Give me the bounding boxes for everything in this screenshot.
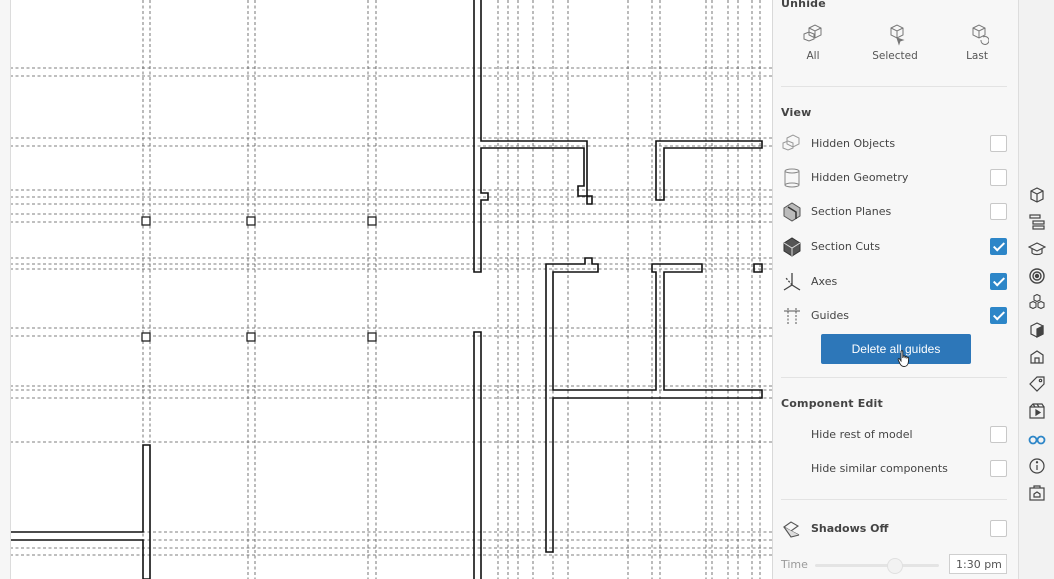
extension-icon[interactable] bbox=[1028, 484, 1046, 502]
guide-point bbox=[246, 332, 256, 342]
guide-point bbox=[141, 332, 151, 342]
entity-info-icon[interactable] bbox=[1028, 186, 1046, 204]
guide-point bbox=[367, 332, 377, 342]
view-section-cuts-row[interactable]: Section Cuts bbox=[781, 235, 1011, 259]
time-slider-track[interactable] bbox=[815, 564, 939, 567]
unhide-selected-icon bbox=[883, 24, 907, 46]
hidden-objects-checkbox[interactable] bbox=[990, 135, 1007, 152]
animation-icon[interactable] bbox=[1028, 402, 1046, 420]
display-icon[interactable] bbox=[1028, 430, 1046, 448]
shadows-icon bbox=[781, 519, 803, 539]
view-title: View bbox=[781, 106, 812, 119]
section-cuts-label: Section Cuts bbox=[811, 240, 881, 253]
axes-icon bbox=[781, 272, 803, 292]
unhide-last-label: Last bbox=[966, 50, 988, 62]
time-slider-handle[interactable] bbox=[887, 558, 903, 574]
outliner-icon[interactable] bbox=[1028, 213, 1046, 231]
section-planes-icon bbox=[781, 202, 803, 222]
panel-tray-rail bbox=[1018, 0, 1054, 579]
hidden-geometry-icon bbox=[781, 168, 803, 188]
unhide-last-icon bbox=[965, 24, 990, 46]
display-panel: Unhide All Selected Last View Hidden Obj… bbox=[772, 0, 1019, 579]
unhide-all-icon bbox=[801, 24, 825, 46]
scenes-icon[interactable] bbox=[1028, 348, 1046, 366]
guides-checkbox[interactable] bbox=[990, 307, 1007, 324]
hidden-geometry-label: Hidden Geometry bbox=[811, 171, 909, 184]
shadows-row[interactable]: Shadows Off bbox=[781, 517, 1011, 541]
time-value-field[interactable]: 1:30 pm bbox=[949, 554, 1007, 574]
shadows-checkbox[interactable] bbox=[990, 520, 1007, 537]
section-cuts-icon bbox=[781, 237, 803, 257]
component-edit-title: Component Edit bbox=[781, 397, 883, 410]
axes-checkbox[interactable] bbox=[990, 273, 1007, 290]
model-info-icon[interactable] bbox=[1028, 457, 1046, 475]
wall-outline bbox=[545, 257, 763, 553]
hide-similar-components-row[interactable]: Hide similar components bbox=[781, 457, 1011, 481]
modeling-viewport[interactable] bbox=[0, 0, 772, 579]
tags-icon[interactable] bbox=[1028, 375, 1046, 393]
window-edge bbox=[0, 0, 11, 579]
view-guides-row[interactable]: Guides bbox=[781, 304, 1011, 328]
divider bbox=[781, 377, 1007, 378]
section-planes-label: Section Planes bbox=[811, 205, 892, 218]
components-icon[interactable] bbox=[1028, 294, 1046, 312]
divider bbox=[781, 499, 1007, 500]
shadow-time-row: Time 1:30 pm bbox=[781, 554, 1017, 576]
unhide-title: Unhide bbox=[781, 0, 826, 10]
delete-all-guides-button[interactable]: Delete all guides bbox=[821, 334, 971, 364]
shadows-label: Shadows Off bbox=[811, 522, 889, 535]
styles-icon[interactable] bbox=[1028, 321, 1046, 339]
hide-similar-components-checkbox[interactable] bbox=[990, 460, 1007, 477]
hidden-geometry-checkbox[interactable] bbox=[990, 169, 1007, 186]
unhide-selected-label: Selected bbox=[872, 50, 918, 62]
materials-icon[interactable] bbox=[1028, 267, 1046, 285]
view-section-planes-row[interactable]: Section Planes bbox=[781, 200, 1011, 224]
section-planes-checkbox[interactable] bbox=[990, 203, 1007, 220]
hidden-objects-label: Hidden Objects bbox=[811, 137, 896, 150]
unhide-all-label: All bbox=[806, 50, 820, 62]
floor-plan-drawing bbox=[10, 0, 772, 579]
guides-label: Guides bbox=[811, 309, 850, 322]
instructor-icon[interactable] bbox=[1028, 240, 1046, 258]
section-cuts-checkbox[interactable] bbox=[990, 238, 1007, 255]
view-axes-row[interactable]: Axes bbox=[781, 270, 1011, 294]
unhide-selected-button[interactable]: Selected bbox=[863, 24, 927, 62]
wall-outline bbox=[473, 331, 482, 579]
unhide-last-button[interactable]: Last bbox=[945, 24, 1009, 62]
divider bbox=[781, 86, 1007, 87]
guides-icon bbox=[781, 306, 803, 326]
guide-point bbox=[246, 216, 256, 226]
hidden-objects-icon bbox=[781, 134, 803, 154]
time-label: Time bbox=[781, 558, 808, 571]
hide-rest-of-model-checkbox[interactable] bbox=[990, 426, 1007, 443]
guide-point bbox=[141, 216, 151, 226]
unhide-all-button[interactable]: All bbox=[781, 24, 845, 62]
view-hidden-geometry-row[interactable]: Hidden Geometry bbox=[781, 166, 1011, 190]
hide-rest-of-model-label: Hide rest of model bbox=[811, 428, 913, 441]
wall-outline bbox=[655, 140, 763, 201]
view-hidden-objects-row[interactable]: Hidden Objects bbox=[781, 132, 1011, 156]
wall-outline bbox=[10, 444, 151, 579]
hand-cursor-icon bbox=[897, 350, 910, 367]
hide-rest-of-model-row[interactable]: Hide rest of model bbox=[781, 423, 1011, 447]
guide-point bbox=[367, 216, 377, 226]
wall-outline bbox=[753, 263, 763, 273]
hide-similar-components-label: Hide similar components bbox=[811, 462, 948, 475]
axes-label: Axes bbox=[811, 275, 838, 288]
